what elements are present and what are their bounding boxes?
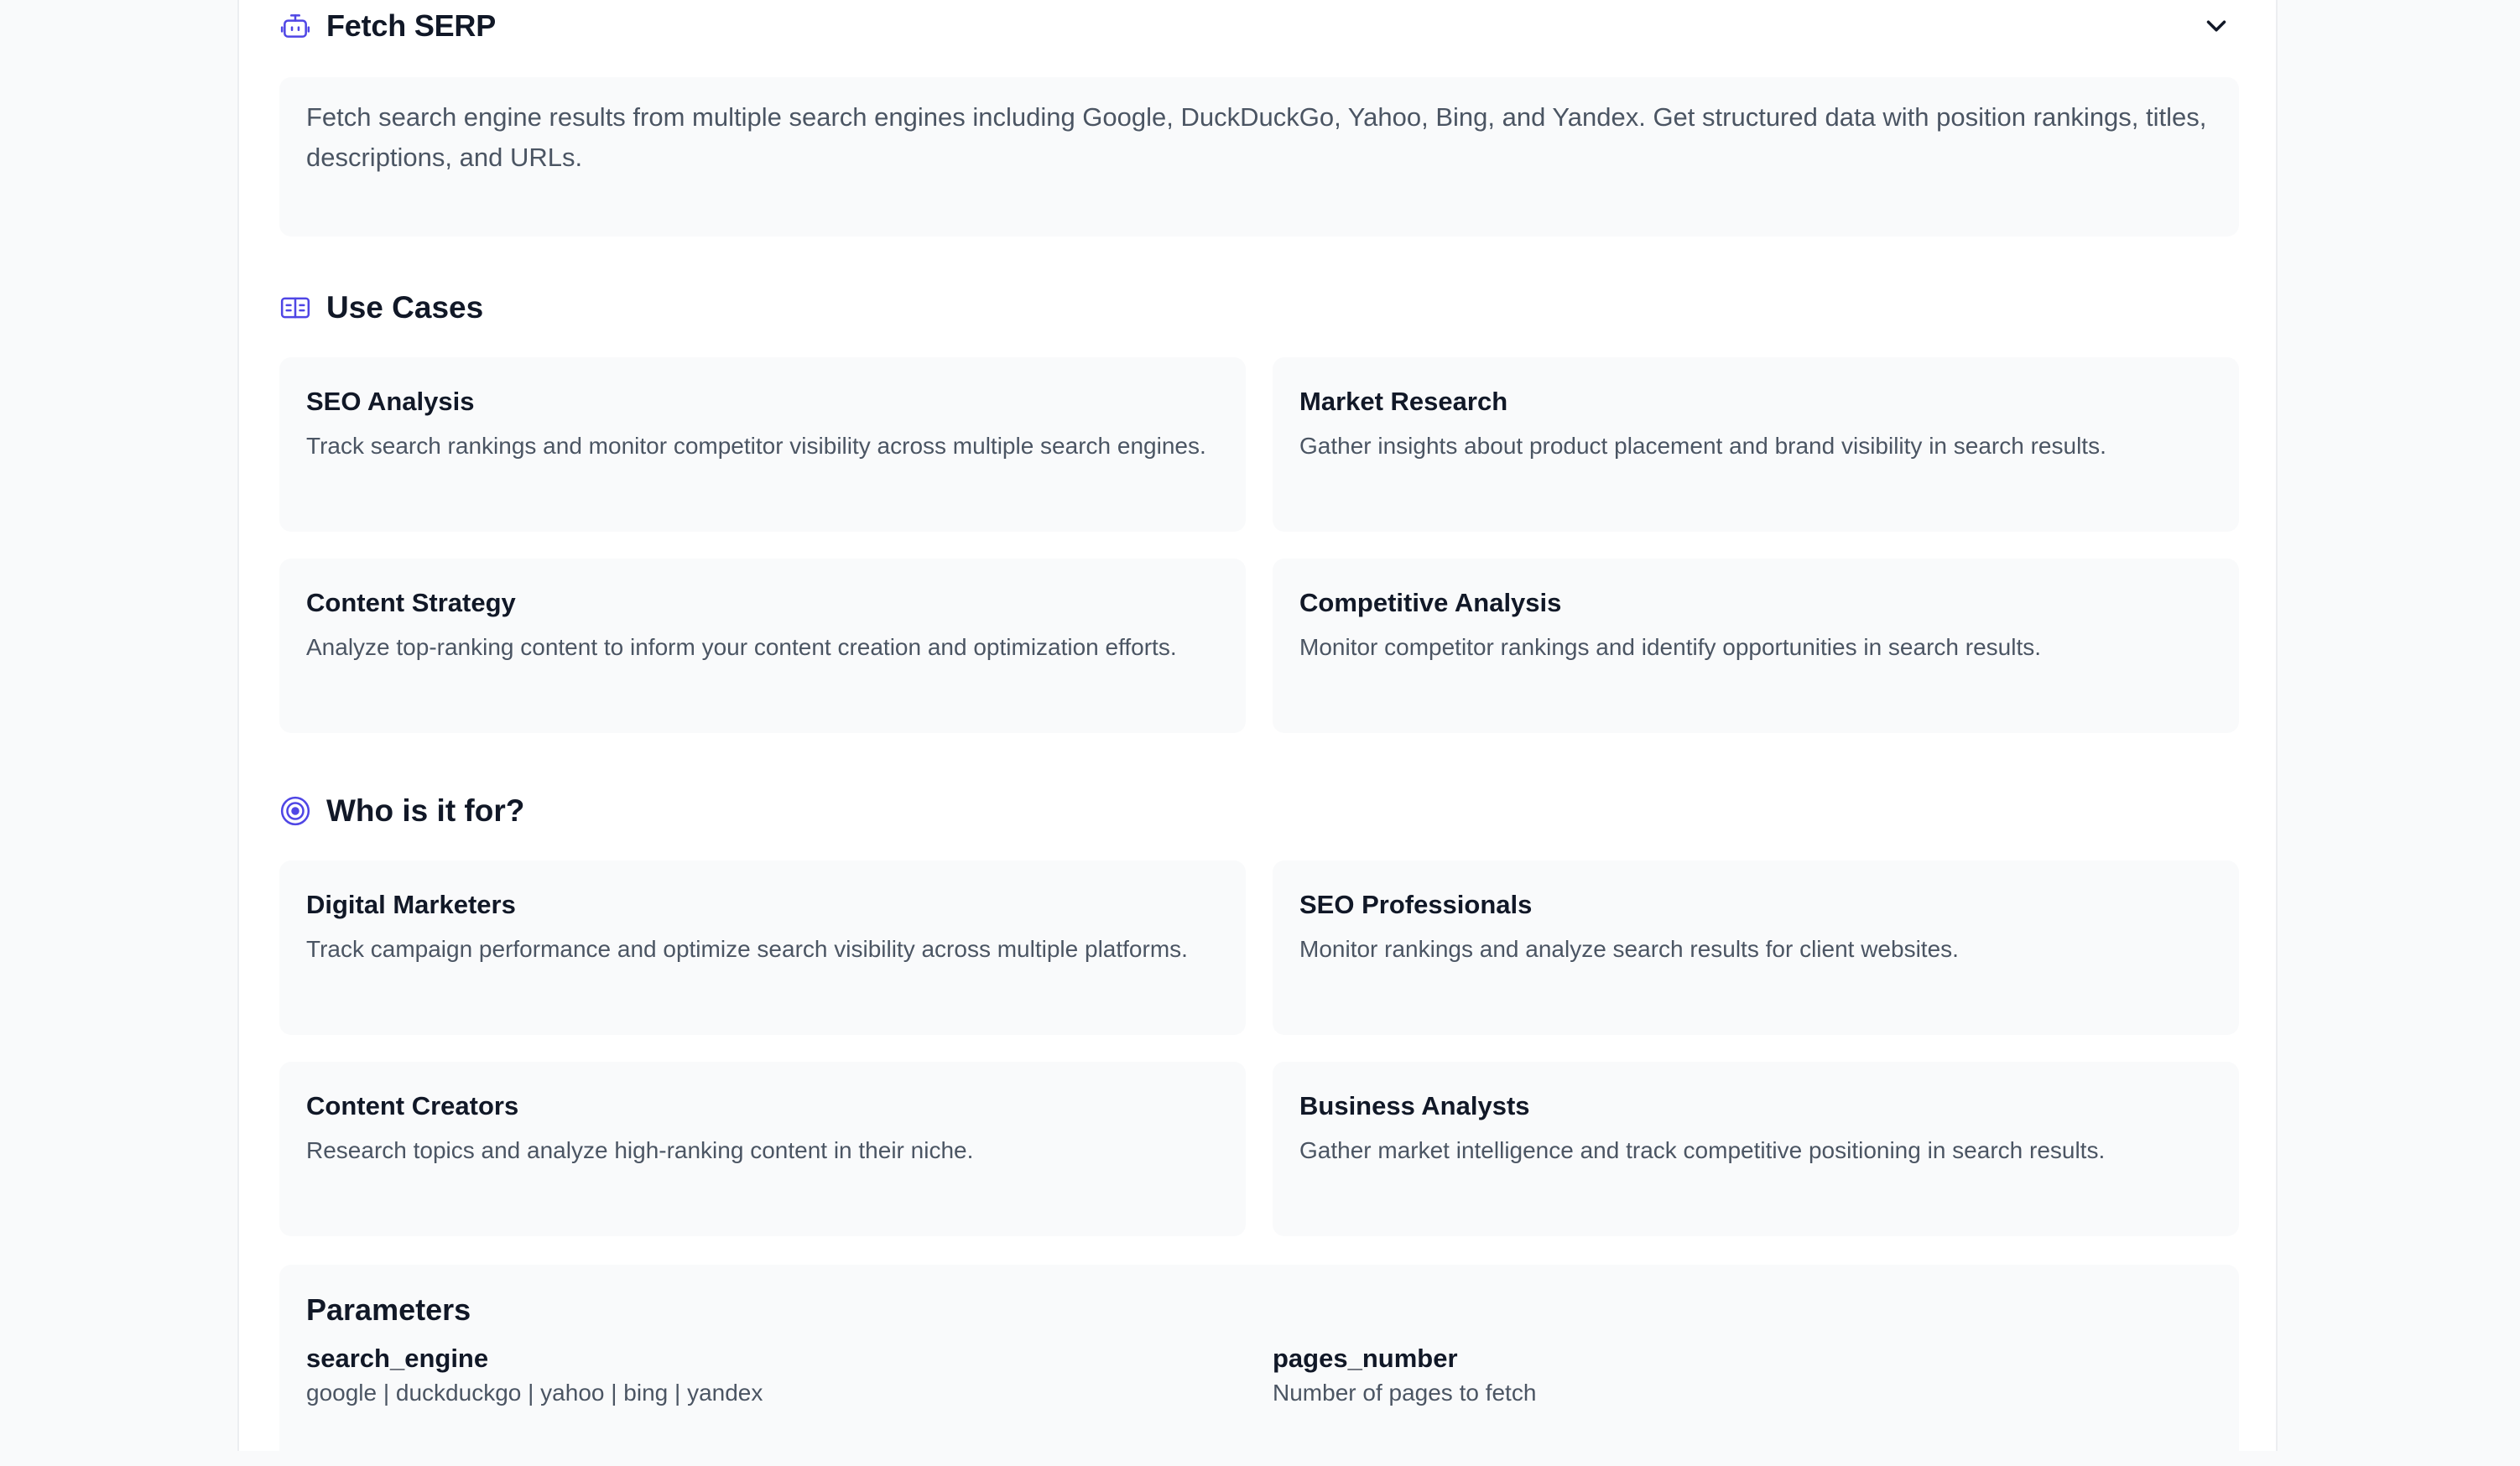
parameters-title: Parameters (306, 1292, 471, 1327)
audience-card-title: Business Analysts (1299, 1091, 1530, 1120)
parameter-item: pages_number Number of pages to fetch (1273, 1342, 2212, 1411)
use-case-card: Market Research Gather insights about pr… (1273, 357, 2239, 532)
parameter-name: search_engine (306, 1344, 489, 1373)
audience-title: Who is it for? (326, 793, 525, 828)
audience-card: Business Analysts Gather market intellig… (1273, 1062, 2239, 1236)
use-cases-header: Use Cases (279, 287, 2239, 329)
audience-grid: Digital Marketers Track campaign perform… (279, 860, 2239, 1236)
parameter-item: search_engine google | duckduckgo | yaho… (306, 1342, 1273, 1411)
use-case-card: SEO Analysis Track search rankings and m… (279, 357, 1246, 532)
book-open-icon (279, 292, 311, 324)
audience-card-text: Research topics and analyze high-ranking… (306, 1137, 974, 1163)
audience-card-title: SEO Professionals (1299, 890, 1533, 919)
audience-card-text: Track campaign performance and optimize … (306, 936, 1188, 962)
use-case-title: SEO Analysis (306, 387, 475, 416)
use-case-title: Market Research (1299, 387, 1508, 416)
parameter-desc: google | duckduckgo | yahoo | bing | yan… (306, 1380, 763, 1406)
audience-header: Who is it for? (279, 790, 2239, 832)
robot-icon (279, 10, 311, 42)
use-case-title: Content Strategy (306, 588, 516, 617)
use-cases-section: Use Cases SEO Analysis Track search rank… (279, 287, 2239, 733)
parameter-desc: Number of pages to fetch (1273, 1380, 1537, 1406)
parameters-grid: search_engine google | duckduckgo | yaho… (306, 1342, 2212, 1411)
use-cases-title: Use Cases (326, 290, 484, 325)
parameter-name: pages_number (1273, 1344, 1458, 1373)
tool-description: Fetch search engine results from multipl… (306, 102, 2207, 172)
use-case-text: Analyze top-ranking content to inform yo… (306, 634, 1177, 660)
audience-card-text: Gather market intelligence and track com… (1299, 1137, 2106, 1163)
tool-header[interactable]: Fetch SERP (279, 0, 2239, 52)
audience-card: Content Creators Research topics and ana… (279, 1062, 1246, 1236)
tool-title: Fetch SERP (326, 8, 497, 43)
chevron-down-icon[interactable] (2200, 10, 2232, 42)
use-case-text: Track search rankings and monitor compet… (306, 433, 1206, 459)
use-case-text: Monitor competitor rankings and identify… (1299, 634, 2041, 660)
use-cases-grid: SEO Analysis Track search rankings and m… (279, 357, 2239, 733)
audience-card: Digital Marketers Track campaign perform… (279, 860, 1246, 1035)
audience-card-title: Digital Marketers (306, 890, 516, 919)
target-icon (279, 795, 311, 827)
audience-card: SEO Professionals Monitor rankings and a… (1273, 860, 2239, 1035)
use-case-card: Content Strategy Analyze top-ranking con… (279, 559, 1246, 733)
use-case-card: Competitive Analysis Monitor competitor … (1273, 559, 2239, 733)
use-case-title: Competitive Analysis (1299, 588, 1562, 617)
audience-card-title: Content Creators (306, 1091, 519, 1120)
audience-card-text: Monitor rankings and analyze search resu… (1299, 936, 1959, 962)
tool-detail-panel: Fetch SERP Fetch search engine results f… (237, 0, 2278, 1466)
audience-section: Who is it for? Digital Marketers Track c… (279, 790, 2239, 1236)
tool-description-box: Fetch search engine results from multipl… (279, 77, 2239, 237)
parameters-box: Parameters search_engine google | duckdu… (279, 1265, 2239, 1466)
use-case-text: Gather insights about product placement … (1299, 433, 2106, 459)
